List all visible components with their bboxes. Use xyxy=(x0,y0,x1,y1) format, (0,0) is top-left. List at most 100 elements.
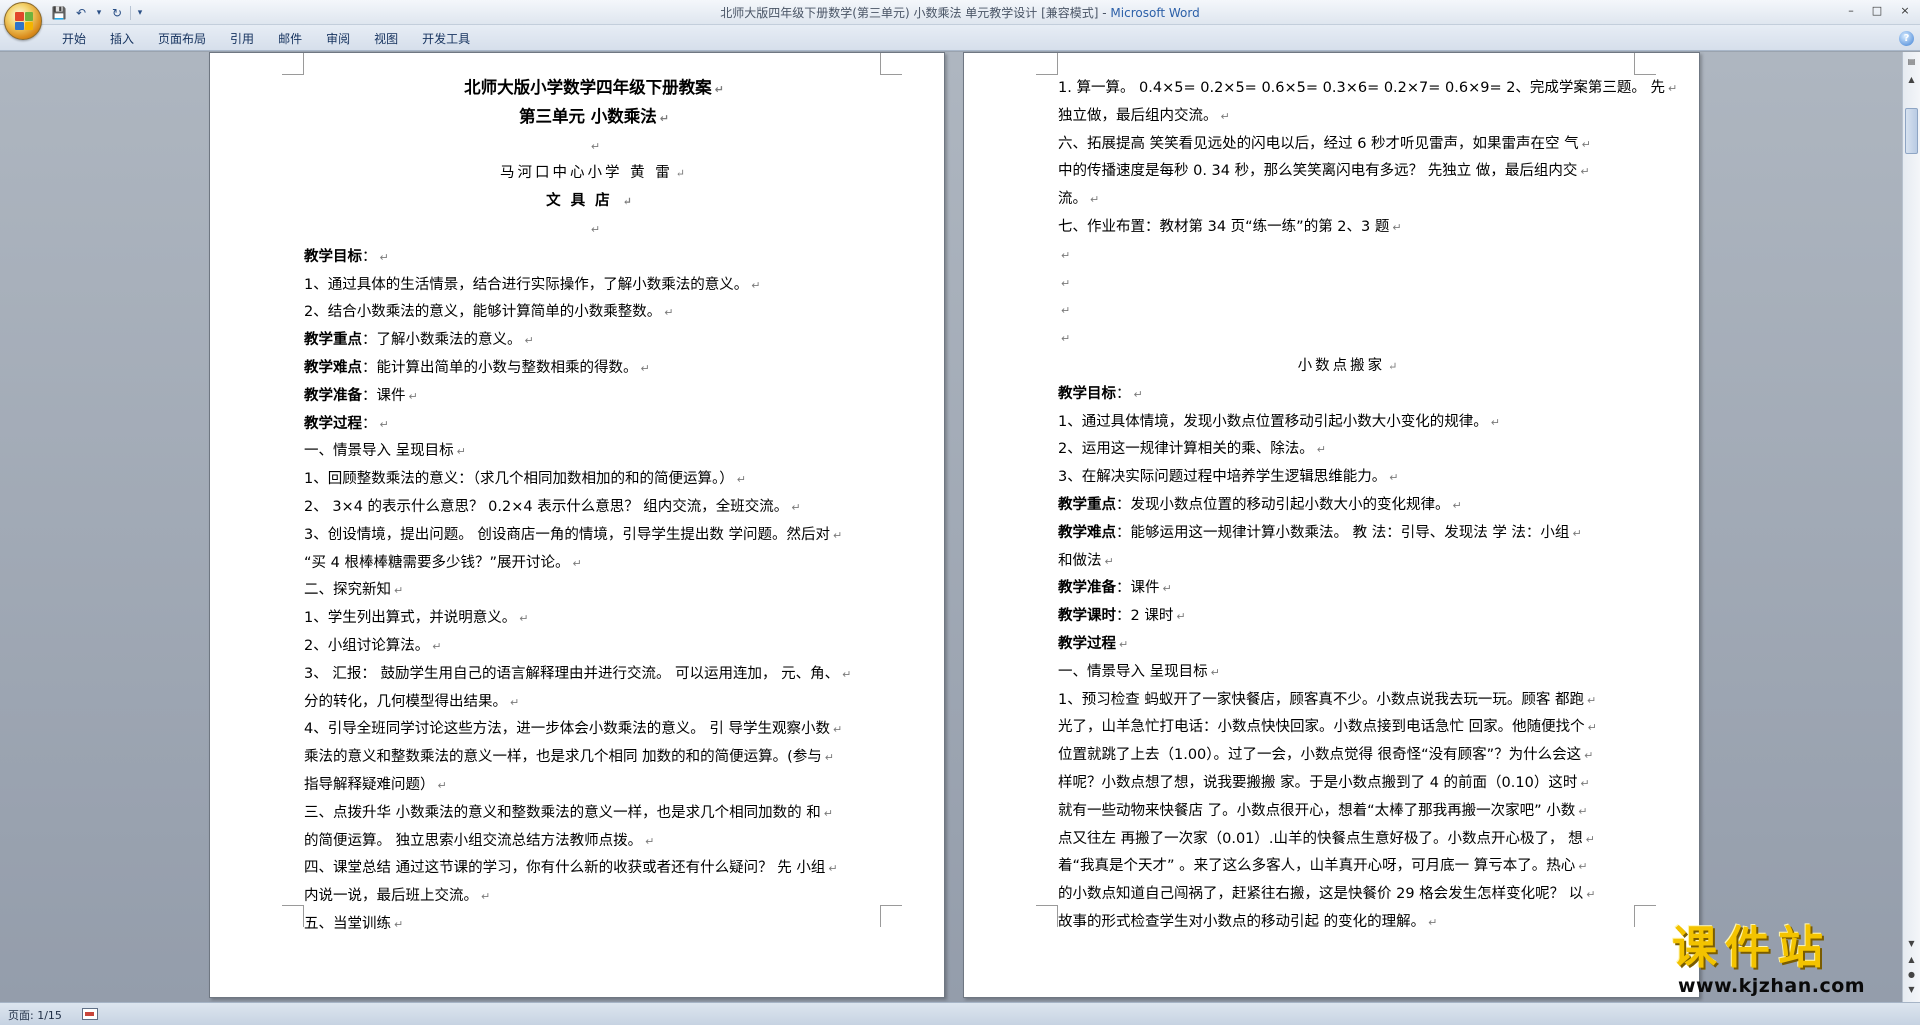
document-paragraph[interactable]: ↵ xyxy=(1058,297,1640,325)
document-paragraph[interactable]: 1、通过具体情境，发现小数点位置移动引起小数大小变化的规律。 ↵ xyxy=(1058,409,1640,437)
document-paragraph[interactable]: 教学目标： ↵ xyxy=(304,244,884,272)
paragraph-mark-icon: ↵ xyxy=(1162,582,1172,596)
document-paragraph[interactable]: 1. 算一算。 0.4×5= 0.2×5= 0.6×5= 0.3×6= 0.2×… xyxy=(1058,75,1677,103)
document-paragraph[interactable]: 着“我真是个天才” 。来了这么多客人，山羊真开心呀，可月底一 算亏本了。热心 ↵ xyxy=(1058,853,1640,881)
paragraph-mark-icon: ↵ xyxy=(1428,915,1438,929)
document-paragraph[interactable]: 内说一说，最后班上交流。 ↵ xyxy=(304,883,884,911)
document-page-right[interactable]: 1. 算一算。 0.4×5= 0.2×5= 0.6×5= 0.3×6= 0.2×… xyxy=(963,52,1700,998)
document-paragraph[interactable]: 一、情景导入 呈现目标 ↵ xyxy=(304,438,884,466)
scroll-up-icon[interactable]: ▲ xyxy=(1904,72,1919,87)
document-paragraph[interactable]: 教学目标： ↵ xyxy=(1058,381,1640,409)
paragraph-label: 教学准备 xyxy=(304,387,362,404)
document-paragraph[interactable]: 教学难点：能够运用这一规律计算小数乘法。 教 法：引导、发现法 学 法：小组 ↵ xyxy=(1058,520,1640,548)
document-paragraph[interactable]: 2、小组讨论算法。 ↵ xyxy=(304,633,884,661)
document-paragraph[interactable]: 3、在解决实际问题过程中培养学生逻辑思维能力。 ↵ xyxy=(1058,464,1640,492)
document-paragraph[interactable]: 位置就跳了上去（1.00）。过了一会，小数点觉得 很奇怪“没有顾客”？为什么会这… xyxy=(1058,742,1640,770)
document-paragraph[interactable]: 小数点搬家 ↵ xyxy=(1058,353,1640,381)
paragraph-mark-icon: ↵ xyxy=(1119,637,1129,651)
paragraph-label: 教学难点 xyxy=(1058,524,1116,541)
document-paragraph[interactable]: 2、运用这一规律计算相关的乘、除法。 ↵ xyxy=(1058,436,1640,464)
ruler-toggle-icon[interactable]: ▤ xyxy=(1904,54,1919,69)
document-paragraph[interactable]: 七、作业布置：教材第 34 页“练一练”的第 2、3 题 ↵ xyxy=(1058,214,1640,242)
document-paragraph[interactable]: ↵ xyxy=(1058,242,1640,270)
document-paragraph[interactable]: 三、点拨升华 小数乘法的意义和整数乘法的意义一样，也是求几个相同加数的 和 ↵ xyxy=(304,800,884,828)
ribbon-tab[interactable]: 视图 xyxy=(362,29,410,49)
paragraph-text: 1、通过具体情境，发现小数点位置移动引起小数大小变化的规律。 xyxy=(1058,413,1488,430)
paragraph-mark-icon: ↵ xyxy=(1578,804,1588,818)
document-paragraph[interactable]: 和做法 ↵ xyxy=(1058,548,1640,576)
document-paragraph[interactable]: 1、回顾整数乘法的意义：（求几个相同加数相加的和的简便运算。） ↵ xyxy=(304,466,884,494)
document-paragraph[interactable]: 1、学生列出算式，并说明意义。 ↵ xyxy=(304,605,884,633)
document-page-left[interactable]: 北师大版小学数学四年级下册教案 ↵ 第三单元 小数乘法 ↵ ↵ 马河口中心小学 黄 雷 ↵ 文… xyxy=(209,52,945,998)
margin-corner-top-left xyxy=(282,53,304,75)
document-paragraph[interactable]: 教学过程 ↵ xyxy=(1058,631,1640,659)
scroll-thumb[interactable] xyxy=(1905,108,1918,154)
ribbon-tab[interactable]: 开始 xyxy=(50,29,98,49)
document-paragraph[interactable]: 乘法的意义和整数乘法的意义一样，也是求几个相同 加数的和的简便运算。(参与 ↵ xyxy=(304,744,884,772)
document-paragraph[interactable]: 流。 ↵ xyxy=(1058,186,1640,214)
paragraph-mark-icon: ↵ xyxy=(842,667,852,681)
ribbon-tab[interactable]: 页面布局 xyxy=(146,29,218,49)
document-paragraph[interactable]: ↵ xyxy=(304,133,884,161)
document-paragraph[interactable]: ↵ xyxy=(1058,270,1640,298)
help-icon[interactable]: ? xyxy=(1899,31,1914,46)
document-paragraph[interactable]: 第三单元 小数乘法 ↵ xyxy=(304,104,884,133)
document-paragraph[interactable]: 2、 3×4 的表示什么意思？ 0.2×4 表示什么意思？ 组内交流，全班交流。… xyxy=(304,494,884,522)
document-paragraph[interactable]: 马河口中心小学 黄 雷 ↵ xyxy=(304,160,884,188)
document-paragraph[interactable]: 四、课堂总结 通过这节课的学习，你有什么新的收获或者还有什么疑问？ 先 小组 ↵ xyxy=(304,855,884,883)
document-paragraph[interactable]: 教学重点：发现小数点位置的移动引起小数大小的变化规律。 ↵ xyxy=(1058,492,1640,520)
ribbon-tab[interactable]: 审阅 xyxy=(314,29,362,49)
document-paragraph[interactable]: 文具店 ↵ xyxy=(304,188,884,216)
document-paragraph[interactable]: 点又往左 再搬了一次家（0.01）.山羊的快餐点生意好极了。小数点开心极了， 想… xyxy=(1058,826,1640,854)
document-paragraph[interactable]: 北师大版小学数学四年级下册教案 ↵ xyxy=(304,75,884,104)
maximize-button[interactable]: □ xyxy=(1864,0,1890,20)
document-paragraph[interactable]: 3、创设情境，提出问题。 创设商店一角的情境，引导学生提出数 学问题。然后对 ↵ xyxy=(304,522,884,550)
document-paragraph[interactable]: 故事的形式检查学生对小数点的移动引起 的变化的理解。 ↵ xyxy=(1058,909,1640,937)
paragraph-mark-icon: ↵ xyxy=(675,167,688,181)
ribbon-tab[interactable]: 邮件 xyxy=(266,29,314,49)
document-paragraph[interactable]: ↵ xyxy=(304,216,884,244)
document-paragraph[interactable]: 1、预习检查 蚂蚁开了一家快餐店，顾客真不少。小数点说我去玩一玩。顾客 都跑 ↵ xyxy=(1058,687,1640,715)
document-paragraph[interactable]: 分的转化，几何模型得出结果。 ↵ xyxy=(304,689,884,717)
paragraph-mark-icon: ↵ xyxy=(659,111,669,125)
vertical-scrollbar[interactable]: ▤ ▲ ▼ ▲ ● ▼ xyxy=(1902,52,1920,1002)
document-paragraph[interactable]: 六、拓展提高 笑笑看见远处的闪电以后，经过 6 秒才听见雷声，如果雷声在空 气 ↵ xyxy=(1058,131,1640,159)
document-paragraph[interactable]: 3、 汇报： 鼓励学生用自己的语言解释理由并进行交流。 可以运用连加， 元、角、… xyxy=(304,661,884,689)
paragraph-text: 故事的形式检查学生对小数点的移动引起 的变化的理解。 xyxy=(1058,913,1426,930)
page-body[interactable]: 1. 算一算。 0.4×5= 0.2×5= 0.6×5= 0.3×6= 0.2×… xyxy=(1058,75,1677,937)
paragraph-mark-icon: ↵ xyxy=(1389,471,1399,485)
document-paragraph[interactable]: 样呢？小数点想了想，说我要搬搬 家。于是小数点搬到了 4 的前面（0.10）这时… xyxy=(1058,770,1640,798)
ribbon-tab[interactable]: 开发工具 xyxy=(410,29,482,49)
minimize-button[interactable]: – xyxy=(1838,0,1864,20)
paragraph-text: 流。 xyxy=(1058,191,1087,208)
page-indicator[interactable]: 页面: 1/15 xyxy=(8,1007,62,1023)
document-paragraph[interactable]: 指导解释疑难问题） ↵ xyxy=(304,772,884,800)
document-paragraph[interactable]: 教学准备：课件 ↵ xyxy=(1058,575,1640,603)
document-paragraph[interactable]: 1、通过具体的生活情景，结合进行实际操作，了解小数乘法的意义。 ↵ xyxy=(304,272,884,300)
document-paragraph[interactable]: 教学过程： ↵ xyxy=(304,411,884,439)
ribbon-tab[interactable]: 引用 xyxy=(218,29,266,49)
document-paragraph[interactable]: 二、探究新知 ↵ xyxy=(304,577,884,605)
document-paragraph[interactable]: 中的传播速度是每秒 0. 34 秒，那么笑笑离闪电有多远？ 先独立 做，最后组内… xyxy=(1058,158,1640,186)
document-paragraph[interactable]: “买 4 根棒棒糖需要多少钱？”展开讨论。 ↵ xyxy=(304,550,884,578)
paragraph-label: 教学课时 xyxy=(1058,608,1116,625)
document-paragraph[interactable]: ↵ xyxy=(1058,325,1640,353)
document-paragraph[interactable]: 教学重点：了解小数乘法的意义。 ↵ xyxy=(304,327,884,355)
proofing-status-icon[interactable] xyxy=(82,1008,98,1020)
document-paragraph[interactable]: 光了，山羊急忙打电话：小数点快快回家。小数点接到电话急忙 回家。他随便找个 ↵ xyxy=(1058,714,1640,742)
document-paragraph[interactable]: 教学难点：能计算出简单的小数与整数相乘的得数。 ↵ xyxy=(304,355,884,383)
document-paragraph[interactable]: 4、引导全班同学讨论这些方法，进一步体会小数乘法的意义。 引 导学生观察小数 ↵ xyxy=(304,716,884,744)
document-paragraph[interactable]: 的小数点知道自己闯祸了，赶紧往右搬，这是快餐价 29 格会发生怎样变化呢？ 以 ↵ xyxy=(1058,881,1640,909)
office-button[interactable] xyxy=(4,2,42,40)
document-paragraph[interactable]: 独立做，最后组内交流。 ↵ xyxy=(1058,103,1640,131)
page-body[interactable]: 北师大版小学数学四年级下册教案 ↵ 第三单元 小数乘法 ↵ ↵ 马河口中心小学 黄 雷 ↵ 文… xyxy=(304,75,884,939)
document-paragraph[interactable]: 2、结合小数乘法的意义，能够计算简单的小数乘整数。 ↵ xyxy=(304,299,884,327)
document-paragraph[interactable]: 就有一些动物来快餐店 了。小数点很开心，想着“太棒了那我再搬一次家吧” 小数 ↵ xyxy=(1058,798,1640,826)
document-paragraph[interactable]: 教学课时：2 课时 ↵ xyxy=(1058,603,1640,631)
document-paragraph[interactable]: 的简便运算。 独立思索小组交流总结方法教师点拨。 ↵ xyxy=(304,828,884,856)
document-paragraph[interactable]: 五、当堂训练 ↵ xyxy=(304,911,884,939)
ribbon-tab[interactable]: 插入 xyxy=(98,29,146,49)
document-paragraph[interactable]: 教学准备：课件 ↵ xyxy=(304,383,884,411)
close-button[interactable]: × xyxy=(1890,0,1920,20)
document-paragraph[interactable]: 一、情景导入 呈现目标 ↵ xyxy=(1058,659,1640,687)
